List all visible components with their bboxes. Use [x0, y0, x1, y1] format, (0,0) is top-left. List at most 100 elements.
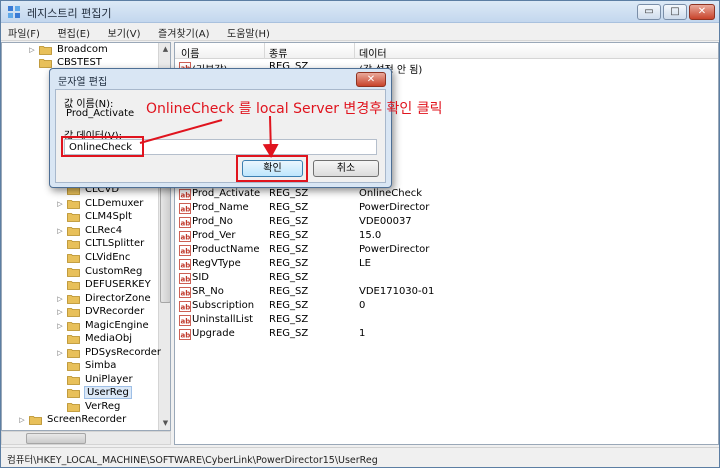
column-type[interactable]: 종류	[269, 45, 287, 60]
status-path: 컴퓨터\HKEY_LOCAL_MACHINE\SOFTWARE\CyberLin…	[7, 455, 378, 466]
expand-arrow-icon[interactable]: ▷	[56, 200, 64, 208]
value-row[interactable]: ab Subscription REG_SZ 0	[175, 300, 718, 314]
tree-item[interactable]: Simba	[56, 359, 116, 373]
tree-item[interactable]: UserReg	[56, 386, 132, 400]
tree-item[interactable]: ▷ MagicEngine	[56, 319, 149, 333]
svg-text:ab: ab	[181, 332, 191, 340]
tree-item-label: MagicEngine	[85, 320, 149, 332]
tree-item[interactable]: VerReg	[56, 400, 120, 414]
folder-icon	[67, 334, 80, 344]
tree-item[interactable]: ▷ DirectorZone	[56, 292, 151, 306]
scroll-up-icon[interactable]: ▲	[159, 43, 170, 56]
value-row[interactable]: ab RegVType REG_SZ LE	[175, 258, 718, 272]
folder-icon	[39, 58, 52, 68]
string-value-icon: ab	[179, 259, 191, 270]
tree-item[interactable]: MediaObj	[56, 332, 132, 346]
svg-text:ab: ab	[181, 206, 191, 214]
tree-item[interactable]: ▷ CLRec4	[56, 224, 122, 238]
value-type: REG_SZ	[269, 328, 309, 339]
expand-arrow-icon[interactable]: ▷	[56, 322, 64, 330]
tree-item[interactable]: CLVidEnc	[56, 251, 130, 265]
expand-arrow-icon[interactable]: ▷	[56, 308, 64, 316]
value-row[interactable]: ab Upgrade REG_SZ 1	[175, 328, 718, 342]
menu-view[interactable]: 보기(V)	[101, 23, 148, 42]
tree-item[interactable]: CustomReg	[56, 265, 142, 279]
expand-arrow-icon[interactable]: ▷	[56, 349, 64, 357]
tree-item[interactable]: UniPlayer	[56, 373, 133, 387]
value-type: REG_SZ	[269, 244, 309, 255]
column-data[interactable]: 데이터	[359, 45, 387, 60]
value-row[interactable]: ab Prod_Ver REG_SZ 15.0	[175, 230, 718, 244]
tree-item[interactable]: ▷ ScreenRecorder	[18, 413, 126, 427]
tree-item[interactable]: CLTLSplitter	[56, 237, 144, 251]
string-value-icon: ab	[179, 287, 191, 298]
tree-item-label: VerReg	[85, 401, 121, 413]
value-data: VDE00037	[359, 216, 412, 227]
string-value-icon: ab	[179, 301, 191, 312]
window-title: 레지스트리 편집기	[27, 7, 112, 20]
folder-icon	[67, 307, 80, 317]
tree-item-label: PDSysRecorder	[85, 347, 162, 359]
value-row[interactable]: ab SR_No REG_SZ VDE171030-01	[175, 286, 718, 300]
close-button[interactable]: ✕	[689, 4, 715, 20]
minimize-button[interactable]: ▭	[637, 4, 661, 20]
tree-item[interactable]: ▷ DVRecorder	[56, 305, 144, 319]
tree-item[interactable]: ▷ Broadcom	[28, 43, 108, 57]
menu-file[interactable]: 파일(F)	[1, 23, 47, 42]
tree-item-label: CLDemuxer	[85, 198, 144, 210]
tree-item-label: DirectorZone	[85, 293, 151, 305]
tree-item-label: CLM4Splt	[85, 211, 132, 223]
tree-item-label: CBSTEST	[57, 57, 102, 69]
menu-help[interactable]: 도움말(H)	[220, 23, 277, 42]
svg-text:ab: ab	[181, 304, 191, 312]
value-name: ProductName	[192, 244, 260, 255]
value-name: SID	[192, 272, 209, 283]
dialog-close-button[interactable]: ✕	[356, 72, 386, 87]
title-bar[interactable]: 레지스트리 편집기 ▭ □ ✕	[1, 1, 719, 23]
value-name: UninstallList	[192, 314, 254, 325]
hscroll-thumb[interactable]	[26, 433, 86, 444]
string-value-icon: ab	[179, 217, 191, 228]
tree-horizontal-scrollbar[interactable]	[1, 431, 171, 445]
maximize-icon: □	[670, 6, 680, 17]
value-name: Prod_Ver	[192, 230, 236, 241]
value-row[interactable]: ab Prod_Activate REG_SZ OnlineCheck	[175, 188, 718, 202]
value-row[interactable]: ab Prod_No REG_SZ VDE00037	[175, 216, 718, 230]
string-value-icon: ab	[179, 231, 191, 242]
tree-item-label: CLTLSplitter	[85, 238, 145, 250]
maximize-button[interactable]: □	[663, 4, 687, 20]
value-data: PowerDirector	[359, 202, 430, 213]
expand-arrow-icon[interactable]: ▷	[18, 416, 26, 424]
value-data: LE	[359, 258, 371, 269]
expand-arrow-icon[interactable]: ▷	[56, 227, 64, 235]
menu-favorites[interactable]: 즐겨찾기(A)	[151, 23, 216, 42]
expand-arrow-icon[interactable]: ▷	[56, 295, 64, 303]
value-row[interactable]: ab Prod_Name REG_SZ PowerDirector	[175, 202, 718, 216]
folder-icon	[67, 402, 80, 412]
tree-item-label: Broadcom	[57, 44, 108, 56]
value-row[interactable]: ab SID REG_SZ	[175, 272, 718, 286]
close-icon: ✕	[697, 6, 707, 17]
tree-item[interactable]: ▷ CLDemuxer	[56, 197, 143, 211]
cancel-button[interactable]: 취소	[313, 160, 379, 177]
value-row[interactable]: ab UninstallList REG_SZ	[175, 314, 718, 328]
tree-item[interactable]: DEFUSERKEY	[56, 278, 151, 292]
tree-item[interactable]: ▷ PDSysRecorder	[56, 346, 161, 360]
menu-edit[interactable]: 편집(E)	[50, 23, 97, 42]
value-type: REG_SZ	[269, 216, 309, 227]
expand-arrow-icon[interactable]: ▷	[28, 46, 36, 54]
value-row[interactable]: ab ProductName REG_SZ PowerDirector	[175, 244, 718, 258]
svg-text:ab: ab	[181, 290, 191, 298]
value-type: REG_SZ	[269, 188, 309, 199]
value-type: REG_SZ	[269, 202, 309, 213]
tree-item[interactable]: CLM4Splt	[56, 210, 132, 224]
scroll-down-icon[interactable]: ▼	[159, 417, 170, 430]
column-name[interactable]: 이름	[181, 45, 199, 60]
tree-item-label: CLRec4	[85, 225, 123, 237]
tree-item-label: UniPlayer	[85, 374, 133, 386]
value-name: Prod_Name	[192, 202, 249, 213]
value-data: PowerDirector	[359, 244, 430, 255]
tree-item-label: Simba	[85, 360, 117, 372]
tree-item-label: CustomReg	[85, 266, 143, 278]
svg-text:ab: ab	[181, 220, 191, 228]
